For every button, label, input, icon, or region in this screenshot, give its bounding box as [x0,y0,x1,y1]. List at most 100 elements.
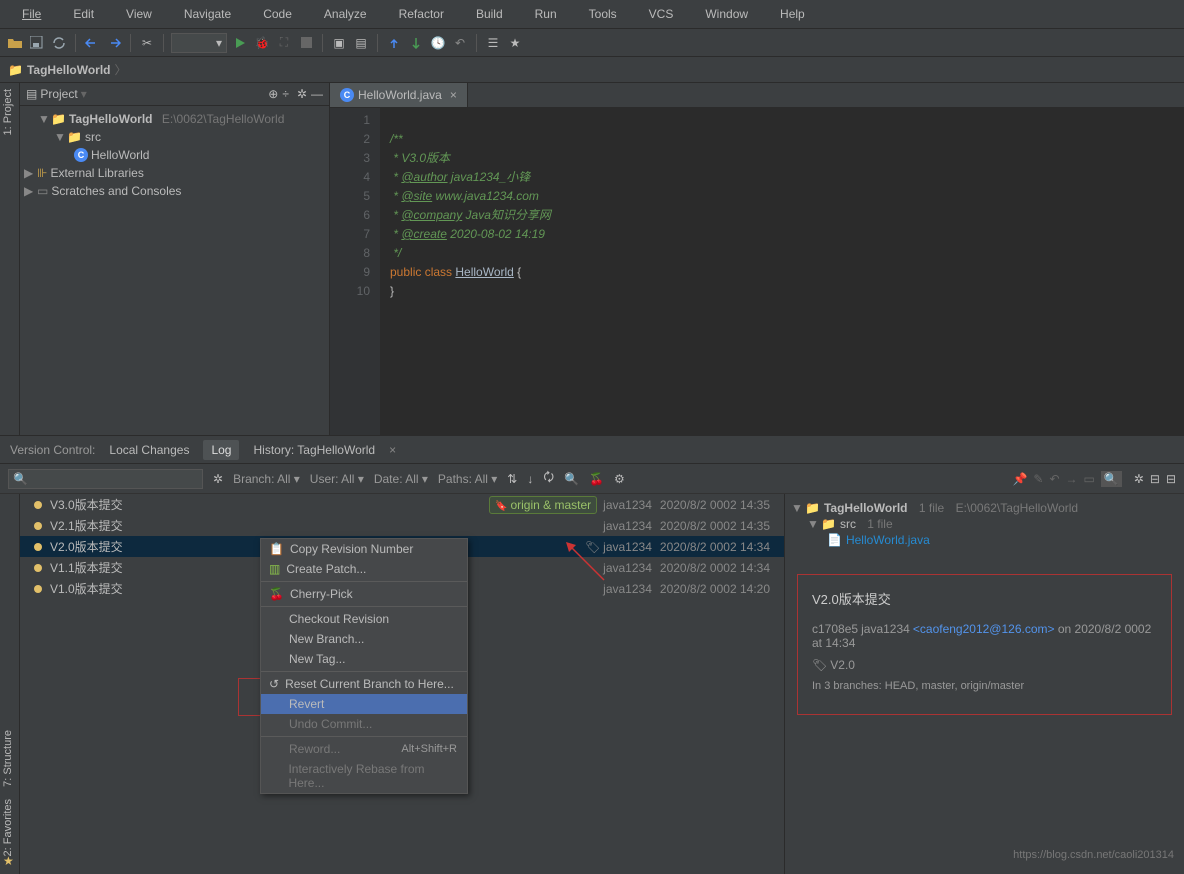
tab-local-changes[interactable]: Local Changes [109,443,189,457]
vcs-history-icon[interactable]: 🕓 [429,34,447,52]
side-tab-project[interactable]: 1: Project [0,83,16,141]
filter-branch[interactable]: Branch: All ▾ [233,472,300,486]
version-control-panel: Version Control: Local Changes Log Histo… [0,435,1184,874]
structure-icon[interactable]: ☰ [484,34,502,52]
menu-build[interactable]: Build [460,3,519,25]
menu-navigate[interactable]: Navigate [168,3,247,25]
target-icon[interactable]: ⊕ [268,87,278,101]
side-tab-favorites[interactable]: 2: Favorites [0,793,16,862]
log-search-input[interactable] [8,469,203,489]
menu-run[interactable]: Run [519,3,573,25]
changed-file[interactable]: HelloWorld.java [846,533,930,547]
tree-root[interactable]: ▼📁 TagHelloWorld E:\0062\TagHelloWorld [20,110,329,128]
redo-icon[interactable] [105,34,123,52]
commit-detail: V2.0版本提交 c1708e5 java1234 <caofeng2012@1… [797,574,1172,715]
refresh-icon[interactable]: 🗘 [543,468,554,489]
collapse-icon[interactable]: ÷ [282,87,289,101]
menu-vcs[interactable]: VCS [633,3,690,25]
collapse-icon[interactable]: ↓ [527,472,533,486]
vcs-update-icon[interactable] [385,34,403,52]
debug-icon[interactable]: 🐞 [253,34,271,52]
preview-icon[interactable]: 🔍 [1101,471,1122,487]
menu-code[interactable]: Code [247,3,308,25]
menu-window[interactable]: Window [689,3,764,25]
code-editor[interactable]: 12345678910 /** * V3.0版本 * @author java1… [330,108,1184,435]
pin-icon[interactable]: 📌 [1012,472,1027,486]
vcs-revert-icon[interactable]: ↶ [451,34,469,52]
options-icon[interactable]: ⚙ [614,472,625,486]
project-panel: ▤ Project ▾ ⊕ ÷ ✲ — ▼📁 TagHelloWorld E:\… [20,83,330,435]
commit-row[interactable]: V2.1版本提交 java1234 2020/8/2 0002 14:35 [20,515,784,536]
ctx-revert[interactable]: Revert [261,694,467,714]
coverage-icon[interactable]: ⛶ [275,34,293,52]
gear-icon[interactable]: ✲ [213,472,223,486]
ctx-reword[interactable]: Reword...Alt+Shift+R [261,739,467,759]
vcs-commit-icon[interactable] [407,34,425,52]
tree-class[interactable]: C HelloWorld [20,146,329,164]
menu-edit[interactable]: Edit [57,3,110,25]
editor-tabs: C HelloWorld.java × [330,83,1184,108]
menu-file[interactable]: File [6,3,57,25]
open-icon[interactable] [6,34,24,52]
menu-help[interactable]: Help [764,3,821,25]
intellisort-icon[interactable]: ⇅ [507,472,517,486]
side-tab-structure[interactable]: 7: Structure [0,724,16,793]
expand-icon[interactable]: ⊟ [1150,472,1160,486]
tab-log[interactable]: Log [203,440,239,460]
menu-refactor[interactable]: Refactor [383,3,460,25]
diff-icon[interactable]: → [1066,472,1078,486]
left-tool-gutter: 1: Project [0,83,20,435]
left-tool-gutter2: 7: Structure 2: Favorites ★ [0,494,20,874]
close-icon[interactable]: × [450,88,457,102]
run-config-combo[interactable]: ▾ [171,33,227,53]
gear-icon[interactable]: ✲ [297,87,307,101]
cut-icon[interactable]: ✂ [138,34,156,52]
run-icon[interactable] [231,34,249,52]
menu-view[interactable]: View [110,3,168,25]
ctx-undo-commit[interactable]: Undo Commit... [261,714,467,734]
ctx-interactive-rebase[interactable]: Interactively Rebase from Here... [261,759,467,793]
collapse2-icon[interactable]: ⊟ [1166,472,1176,486]
tree-external-libraries[interactable]: ▶⊪ External Libraries [20,164,329,182]
save-all-icon[interactable] [28,34,46,52]
hide-icon[interactable]: — [311,87,323,101]
undo-icon[interactable] [83,34,101,52]
layout-icon[interactable]: ▣ [330,34,348,52]
editor-tab[interactable]: C HelloWorld.java × [330,83,468,107]
tree-scratches[interactable]: ▶▭ Scratches and Consoles [20,182,329,200]
ctx-new-branch[interactable]: New Branch... [261,629,467,649]
stop-icon[interactable] [297,34,315,52]
bookmark-icon[interactable]: ★ [506,34,524,52]
class-icon: C [340,88,354,102]
menu-tools[interactable]: Tools [573,3,633,25]
sync-icon[interactable] [50,34,68,52]
ctx-copy-revision[interactable]: 📋Copy Revision Number [261,539,467,559]
cherry-icon[interactable]: 🍒 [589,472,604,486]
ctx-cherry-pick[interactable]: 🍒Cherry-Pick [261,584,467,604]
filter-paths[interactable]: Paths: All ▾ [438,472,497,486]
breadcrumb-root[interactable]: 📁 TagHelloWorld 〉 [8,61,127,78]
breadcrumb: 📁 TagHelloWorld 〉 [0,57,1184,83]
ctx-new-tag[interactable]: New Tag... [261,649,467,669]
close-tab-icon[interactable]: × [389,443,396,457]
ctx-reset-branch[interactable]: ↺Reset Current Branch to Here... [261,674,467,694]
ctx-checkout-revision[interactable]: Checkout Revision [261,609,467,629]
filter-user[interactable]: User: All ▾ [310,472,364,486]
zoom-icon[interactable]: 🔍 [564,472,579,486]
commit-row[interactable]: V3.0版本提交 🔖 origin & master java1234 2020… [20,494,784,515]
tree-src[interactable]: ▼📁 src [20,128,329,146]
filter-date[interactable]: Date: All ▾ [374,472,428,486]
gear-icon[interactable]: ✲ [1134,472,1144,486]
commit-title: V2.0版本提交 [812,589,1157,608]
watermark: https://blog.csdn.net/caoli201314 [1013,849,1174,861]
star-icon[interactable]: ★ [3,854,14,868]
author-email[interactable]: <caofeng2012@126.com> [913,622,1055,636]
vc-title: Version Control: [10,443,95,457]
layout-icon2[interactable]: ▤ [352,34,370,52]
ctx-create-patch[interactable]: ▥Create Patch... [261,559,467,579]
menu-analyze[interactable]: Analyze [308,3,383,25]
edit-icon[interactable]: ✎ [1033,472,1043,486]
tab-history[interactable]: History: TagHelloWorld [253,443,375,457]
revert-icon[interactable]: ↶ [1049,472,1059,486]
group-icon[interactable]: ▭ [1084,472,1095,486]
